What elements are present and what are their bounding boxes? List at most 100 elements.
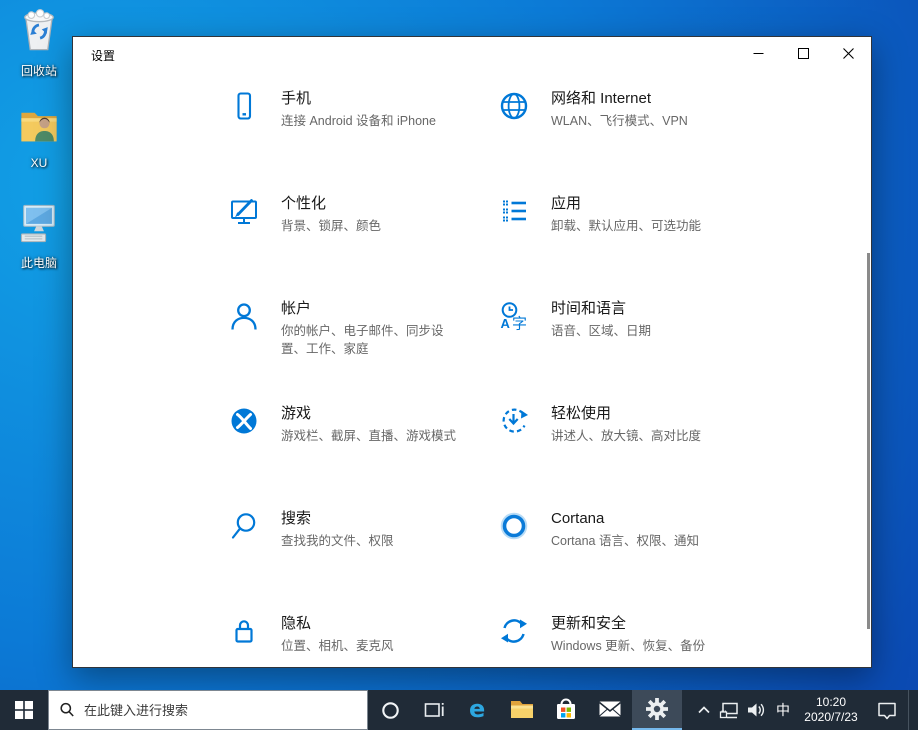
speaker-icon	[746, 700, 766, 720]
user-folder-icon	[17, 135, 61, 152]
tile-subtitle: 连接 Android 设备和 iPhone	[281, 112, 436, 130]
window-title: 设置	[91, 47, 115, 64]
window-scrollbar-thumb[interactable]	[867, 253, 870, 629]
tile-title: 帐户	[281, 299, 463, 318]
svg-text:A: A	[501, 316, 511, 331]
clock-time: 10:20	[816, 695, 846, 710]
tile-title: 网络和 Internet	[551, 89, 688, 108]
settings-tile-ease-of-access[interactable]: 轻松使用 讲述人、放大镜、高对比度	[499, 404, 769, 509]
tile-title: 应用	[551, 194, 701, 213]
tray-clock[interactable]: 10:20 2020/7/23	[796, 690, 866, 730]
desktop-icon-label: 回收站	[6, 62, 72, 79]
store-icon	[553, 696, 579, 722]
tray-volume-button[interactable]	[742, 690, 770, 730]
ease-of-access-icon	[499, 404, 531, 441]
search-input[interactable]	[84, 703, 324, 718]
this-pc-icon	[16, 233, 62, 250]
tile-subtitle: Cortana 语言、权限、通知	[551, 532, 699, 550]
tray-network-button[interactable]	[716, 690, 742, 730]
network-globe-icon	[499, 89, 531, 126]
xbox-gaming-icon	[229, 404, 261, 441]
update-sync-icon	[499, 614, 531, 651]
file-explorer-button[interactable]	[500, 690, 544, 730]
desktop-icon-label: 此电脑	[6, 254, 72, 271]
tile-title: Cortana	[551, 509, 699, 528]
tile-subtitle: 你的帐户、电子邮件、同步设置、工作、家庭	[281, 322, 463, 358]
desktop: 回收站 XU 此电脑	[0, 0, 918, 730]
settings-gear-icon	[646, 698, 668, 720]
settings-tile-search[interactable]: 搜索 查找我的文件、权限	[229, 509, 499, 614]
edge-button[interactable]: e	[456, 690, 500, 730]
maximize-button[interactable]	[781, 37, 826, 69]
search-magnifier-icon	[229, 509, 261, 546]
window-titlebar[interactable]: 设置	[73, 37, 871, 71]
tile-title: 手机	[281, 89, 436, 108]
edge-icon: e	[465, 696, 491, 722]
svg-text:e: e	[469, 696, 485, 722]
desktop-icon-label: XU	[6, 156, 72, 170]
desktop-icon-recycle-bin[interactable]: 回收站	[6, 8, 72, 79]
cortana-icon	[381, 701, 400, 720]
personalization-icon	[229, 194, 261, 231]
settings-tile-time-language[interactable]: A 字 时间和语言 语音、区域、日期	[499, 299, 769, 404]
tile-title: 个性化	[281, 194, 381, 213]
settings-button[interactable]	[632, 690, 682, 730]
search-icon	[59, 702, 75, 718]
cortana-button[interactable]	[368, 690, 412, 730]
phone-icon	[229, 89, 261, 126]
cortana-ring-icon	[499, 509, 531, 546]
tile-subtitle: 背景、锁屏、颜色	[281, 217, 381, 235]
tile-title: 更新和安全	[551, 614, 705, 633]
settings-tile-personalization[interactable]: 个性化 背景、锁屏、颜色	[229, 194, 499, 299]
file-explorer-icon	[509, 697, 535, 721]
close-button[interactable]	[826, 37, 871, 69]
settings-tile-network[interactable]: 网络和 Internet WLAN、飞行模式、VPN	[499, 89, 769, 194]
tile-subtitle: WLAN、飞行模式、VPN	[551, 112, 688, 130]
tile-subtitle: 查找我的文件、权限	[281, 532, 394, 550]
settings-tile-grid: 手机 连接 Android 设备和 iPhone 网络和 Internet	[229, 89, 769, 719]
settings-tile-apps[interactable]: 应用 卸载、默认应用、可选功能	[499, 194, 769, 299]
mail-icon	[597, 698, 623, 720]
action-center-icon	[876, 699, 898, 721]
tile-subtitle: 游戏栏、截屏、直播、游戏模式	[281, 427, 456, 445]
taskbar-search-box[interactable]	[48, 690, 368, 730]
tray-expand-button[interactable]	[692, 690, 716, 730]
accounts-person-icon	[229, 299, 261, 336]
store-button[interactable]	[544, 690, 588, 730]
tile-title: 搜索	[281, 509, 394, 528]
chevron-up-icon	[696, 702, 712, 718]
settings-tile-phone[interactable]: 手机 连接 Android 设备和 iPhone	[229, 89, 499, 194]
apps-list-icon	[499, 194, 531, 231]
start-button[interactable]	[0, 690, 48, 730]
svg-text:字: 字	[512, 315, 527, 332]
desktop-icon-user-folder[interactable]: XU	[6, 104, 72, 170]
task-view-icon	[423, 700, 445, 720]
tray-ime-indicator[interactable]: 中	[770, 690, 796, 730]
maximize-icon	[798, 48, 809, 59]
clock-date: 2020/7/23	[804, 710, 857, 725]
tile-subtitle: 语音、区域、日期	[551, 322, 651, 340]
network-ethernet-icon	[719, 700, 739, 720]
tile-title: 游戏	[281, 404, 456, 423]
tile-title: 轻松使用	[551, 404, 701, 423]
settings-tile-gaming[interactable]: 游戏 游戏栏、截屏、直播、游戏模式	[229, 404, 499, 509]
action-center-button[interactable]	[866, 690, 908, 730]
taskbar: e	[0, 690, 918, 730]
minimize-icon	[753, 48, 764, 59]
settings-tile-accounts[interactable]: 帐户 你的帐户、电子邮件、同步设置、工作、家庭	[229, 299, 499, 404]
tile-subtitle: 讲述人、放大镜、高对比度	[551, 427, 701, 445]
show-desktop-button[interactable]	[908, 690, 918, 730]
windows-logo-icon	[15, 701, 33, 719]
desktop-icon-this-pc[interactable]: 此电脑	[6, 200, 72, 271]
tile-title: 隐私	[281, 614, 394, 633]
settings-tile-cortana[interactable]: Cortana Cortana 语言、权限、通知	[499, 509, 769, 614]
privacy-lock-icon	[229, 614, 261, 651]
tile-subtitle: Windows 更新、恢复、备份	[551, 637, 705, 655]
mail-button[interactable]	[588, 690, 632, 730]
time-language-icon: A 字	[499, 299, 531, 336]
tile-subtitle: 位置、相机、麦克风	[281, 637, 394, 655]
tile-title: 时间和语言	[551, 299, 651, 318]
settings-window: 设置	[72, 36, 872, 668]
task-view-button[interactable]	[412, 690, 456, 730]
minimize-button[interactable]	[736, 37, 781, 69]
